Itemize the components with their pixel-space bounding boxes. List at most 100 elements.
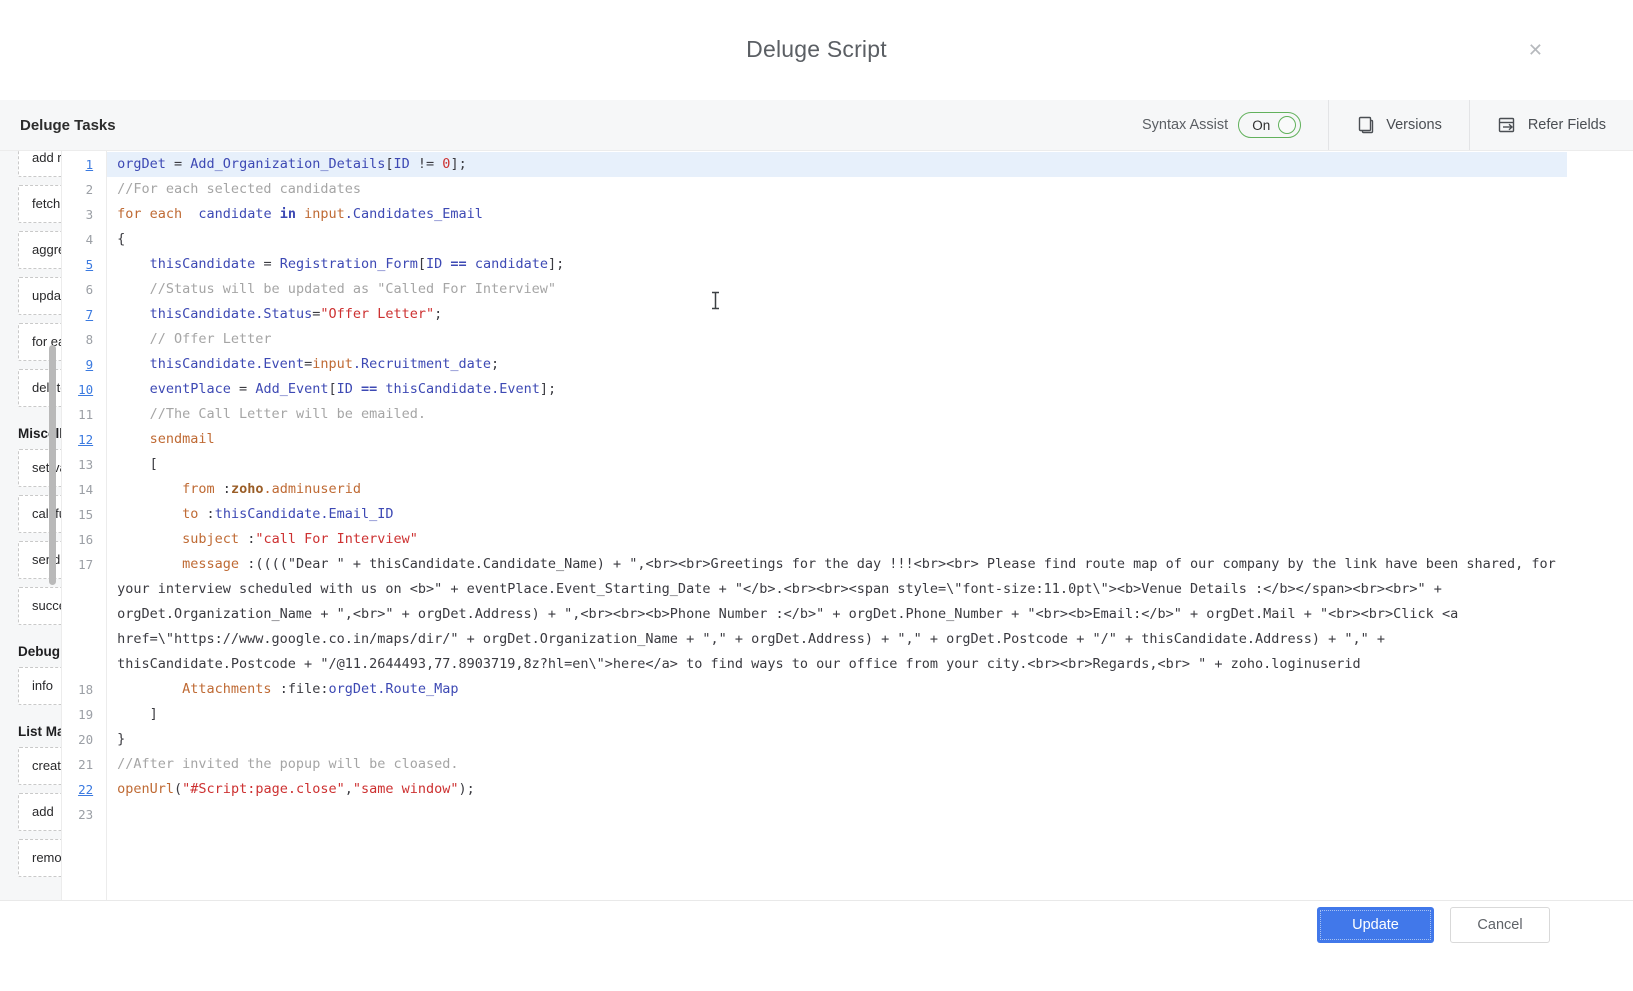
code-line: 5 thisCandidate = Registration_Form[ID =… xyxy=(62,252,1633,277)
dialog-body: add record fetch records aggregate records… xyxy=(0,151,1633,900)
code-line: 20} xyxy=(62,727,1633,752)
code-text[interactable]: thisCandidate.Status="Offer Letter"; xyxy=(106,302,1567,327)
code-text[interactable]: sendmail xyxy=(106,427,1567,452)
code-line: 8 // Offer Letter xyxy=(62,327,1633,352)
task-add-record[interactable]: add record xyxy=(18,151,62,177)
code-line: 7 thisCandidate.Status="Offer Letter"; xyxy=(62,302,1633,327)
line-number: 19 xyxy=(62,702,106,727)
code-text[interactable]: [ xyxy=(106,452,1567,477)
line-number[interactable]: 12 xyxy=(62,427,106,452)
code-text[interactable]: to :thisCandidate.Email_ID xyxy=(106,502,1567,527)
cancel-button[interactable]: Cancel xyxy=(1450,907,1550,943)
task-fetch-records[interactable]: fetch records xyxy=(18,185,62,223)
code-line: 19 ] xyxy=(62,702,1633,727)
code-text[interactable]: { xyxy=(106,227,1567,252)
code-line: 17 message :(((("Dear " + thisCandidate.… xyxy=(62,552,1633,677)
code-line: 10 eventPlace = Add_Event[ID == thisCand… xyxy=(62,377,1633,402)
refer-fields-button[interactable]: Refer Fields xyxy=(1469,100,1633,150)
toolbar: Deluge Tasks Syntax Assist On Versions xyxy=(0,100,1633,151)
task-success-message[interactable]: success message xyxy=(18,587,62,625)
code-editor[interactable]: 1orgDet = Add_Organization_Details[ID !=… xyxy=(62,151,1633,900)
line-number: 16 xyxy=(62,527,106,552)
line-number[interactable]: 1 xyxy=(62,152,106,177)
code-line: 23 xyxy=(62,802,1633,827)
line-number: 23 xyxy=(62,802,106,827)
line-number: 4 xyxy=(62,227,106,252)
line-number: 18 xyxy=(62,677,106,702)
task-create-list[interactable]: create list xyxy=(18,747,62,785)
syntax-assist-state: On xyxy=(1252,118,1270,133)
toolbar-right: Syntax Assist On Versions xyxy=(1115,100,1633,150)
toggle-knob-icon xyxy=(1278,116,1296,134)
code-line: 4{ xyxy=(62,227,1633,252)
code-line: 21//After invited the popup will be cloa… xyxy=(62,752,1633,777)
code-text[interactable]: subject :"call For Interview" xyxy=(106,527,1567,552)
code-text[interactable]: //For each selected candidates xyxy=(106,177,1567,202)
dialog-header: Deluge Script ✕ xyxy=(0,0,1633,100)
refer-fields-label: Refer Fields xyxy=(1528,117,1606,133)
sidebar-scrollbar-thumb[interactable] xyxy=(49,345,56,585)
code-text[interactable]: message :(((("Dear " + thisCandidate.Can… xyxy=(106,552,1567,677)
syntax-assist-toggle[interactable]: On xyxy=(1238,112,1301,138)
code-text[interactable]: for each candidate in input.Candidates_E… xyxy=(106,202,1567,227)
gutter-divider xyxy=(106,151,107,900)
code-text[interactable]: openUrl("#Script:page.close","same windo… xyxy=(106,777,1567,802)
task-add[interactable]: add xyxy=(18,793,62,831)
code-text[interactable]: // Offer Letter xyxy=(106,327,1567,352)
task-remove-index[interactable]: remove index xyxy=(18,839,62,877)
line-number: 8 xyxy=(62,327,106,352)
line-number: 13 xyxy=(62,452,106,477)
code-text[interactable]: ] xyxy=(106,702,1567,727)
code-text[interactable] xyxy=(106,802,1567,827)
versions-icon xyxy=(1356,115,1376,135)
task-aggregate-records[interactable]: aggregate records xyxy=(18,231,62,269)
line-number: 15 xyxy=(62,502,106,527)
line-number[interactable]: 7 xyxy=(62,302,106,327)
code-line: 11 //The Call Letter will be emailed. xyxy=(62,402,1633,427)
syntax-assist-label: Syntax Assist xyxy=(1142,117,1228,133)
line-number: 11 xyxy=(62,402,106,427)
code-line: 6 //Status will be updated as "Called Fo… xyxy=(62,277,1633,302)
code-line: 1orgDet = Add_Organization_Details[ID !=… xyxy=(62,152,1633,177)
code-line: 2//For each selected candidates xyxy=(62,177,1633,202)
line-number: 17 xyxy=(62,552,106,677)
code-text[interactable]: thisCandidate.Event=input.Recruitment_da… xyxy=(106,352,1567,377)
code-text[interactable]: //The Call Letter will be emailed. xyxy=(106,402,1567,427)
refer-fields-icon xyxy=(1497,115,1518,135)
dialog-footer: Update Cancel xyxy=(0,900,1633,991)
code-text[interactable]: orgDet = Add_Organization_Details[ID != … xyxy=(106,152,1567,177)
line-number[interactable]: 22 xyxy=(62,777,106,802)
code-line: 18 Attachments :file:orgDet.Route_Map xyxy=(62,677,1633,702)
code-text[interactable]: //After invited the popup will be cloase… xyxy=(106,752,1567,777)
deluge-tasks-title: Deluge Tasks xyxy=(20,100,116,150)
versions-button[interactable]: Versions xyxy=(1328,100,1469,150)
code-text[interactable]: eventPlace = Add_Event[ID == thisCandida… xyxy=(106,377,1567,402)
code-text[interactable]: from :zoho.adminuserid xyxy=(106,477,1567,502)
code-line: 15 to :thisCandidate.Email_ID xyxy=(62,502,1633,527)
code-text[interactable]: Attachments :file:orgDet.Route_Map xyxy=(106,677,1567,702)
code-line: 16 subject :"call For Interview" xyxy=(62,527,1633,552)
line-number: 3 xyxy=(62,202,106,227)
sidebar-group-heading: List Manipulation xyxy=(18,724,62,739)
task-update-records[interactable]: update records xyxy=(18,277,62,315)
code-text[interactable]: thisCandidate = Registration_Form[ID == … xyxy=(106,252,1567,277)
line-number[interactable]: 9 xyxy=(62,352,106,377)
line-number: 6 xyxy=(62,277,106,302)
update-button[interactable]: Update xyxy=(1317,907,1434,943)
deluge-tasks-sidebar: add record fetch records aggregate records… xyxy=(0,151,62,900)
line-number: 2 xyxy=(62,177,106,202)
code-text[interactable]: } xyxy=(106,727,1567,752)
task-info[interactable]: info xyxy=(18,667,62,705)
versions-label: Versions xyxy=(1386,117,1442,133)
text-cursor-icon xyxy=(710,291,721,310)
code-line: 14 from :zoho.adminuserid xyxy=(62,477,1633,502)
line-number[interactable]: 5 xyxy=(62,252,106,277)
dialog-title: Deluge Script xyxy=(0,36,1633,63)
code-line: 9 thisCandidate.Event=input.Recruitment_… xyxy=(62,352,1633,377)
code-line: 3for each candidate in input.Candidates_… xyxy=(62,202,1633,227)
line-number[interactable]: 10 xyxy=(62,377,106,402)
code-line: 12 sendmail xyxy=(62,427,1633,452)
code-line: 22openUrl("#Script:page.close","same win… xyxy=(62,777,1633,802)
code-text[interactable]: //Status will be updated as "Called For … xyxy=(106,277,1567,302)
close-icon[interactable]: ✕ xyxy=(1528,40,1543,61)
